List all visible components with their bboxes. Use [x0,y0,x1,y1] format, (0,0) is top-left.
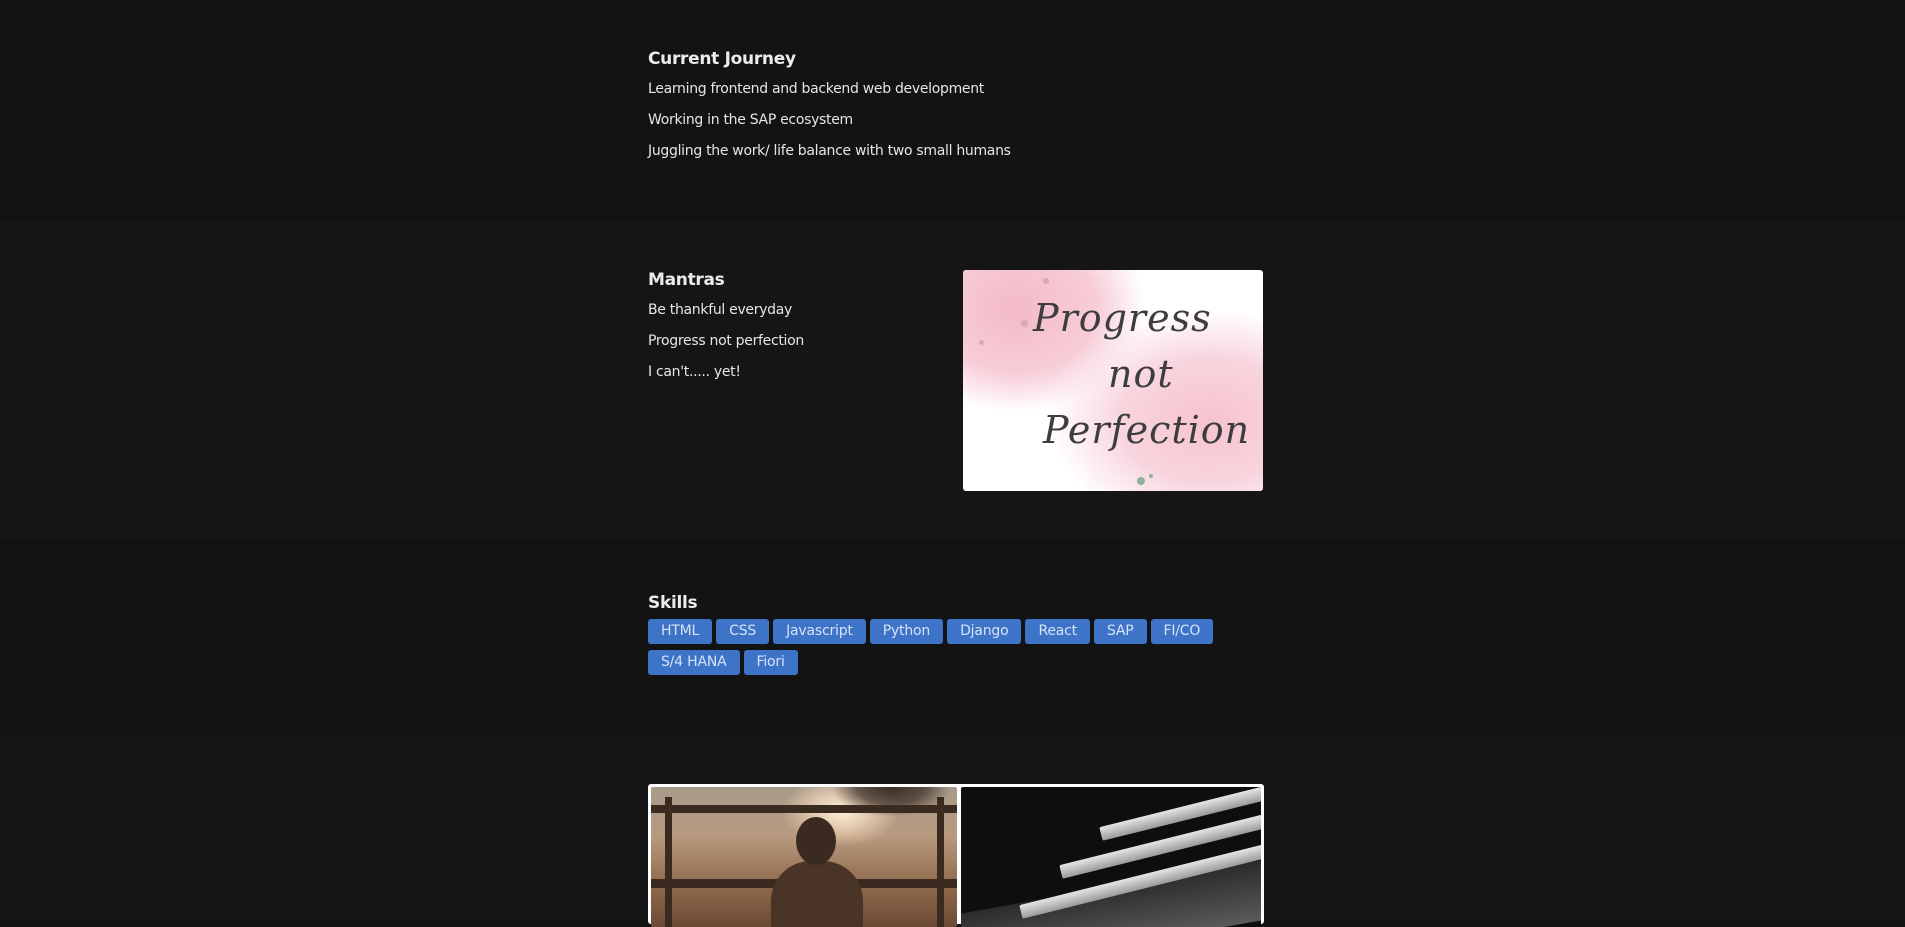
sunset-silhouette-photo [651,787,957,927]
skill-tag-css: CSS [716,619,770,644]
railing-post [937,797,944,927]
skills-tag-list: HTML CSS Javascript Python Django React … [648,619,1268,681]
paint-dot [1021,320,1028,327]
mantra-item: Progress not perfection [648,333,804,349]
journey-item: Juggling the work/ life balance with two… [648,143,1011,159]
person-silhouette [771,861,863,927]
skill-tag-react: React [1025,619,1090,644]
skill-tag-fico: FI/CO [1150,619,1214,644]
railing [651,805,957,813]
person-head [796,817,836,865]
skills-heading: Skills [648,593,698,613]
paint-dot [1137,477,1145,485]
mantra-item: I can't..... yet! [648,364,741,380]
current-journey-heading: Current Journey [648,49,796,69]
current-journey-list: Learning frontend and backend web develo… [648,74,1264,167]
image-text-line: Progress [1033,296,1212,340]
piano-keys-photo [961,787,1261,927]
skills-section: Skills HTML CSS Javascript Python Django… [648,593,1264,681]
photo-gallery [648,784,1264,927]
image-text-line: Perfection [1043,408,1251,452]
skill-tag-python: Python [869,619,944,644]
mantras-list: Be thankful everyday Progress not perfec… [648,295,948,388]
paint-dot [1043,278,1049,284]
skill-tag-fiori: Fiori [743,650,798,675]
railing-post [665,797,672,927]
progress-not-perfection-image: Progress not Perfection [963,270,1263,491]
skill-tag-s4hana: S/4 HANA [648,650,740,675]
skill-tag-django: Django [947,619,1022,644]
image-text-line: not [1108,352,1174,396]
paint-dot [1149,474,1153,478]
mantras-section-band [0,220,1905,540]
journey-item: Learning frontend and backend web develo… [648,81,984,97]
journey-item: Working in the SAP ecosystem [648,112,853,128]
mantras-heading: Mantras [648,270,725,290]
skill-tag-sap: SAP [1093,619,1147,644]
mantra-item: Be thankful everyday [648,302,793,318]
mantras-section: Mantras Be thankful everyday Progress no… [648,270,948,388]
current-journey-section: Current Journey Learning frontend and ba… [648,49,1264,167]
skill-tag-javascript: Javascript [773,619,866,644]
paint-dot [979,340,984,345]
skill-tag-html: HTML [648,619,713,644]
